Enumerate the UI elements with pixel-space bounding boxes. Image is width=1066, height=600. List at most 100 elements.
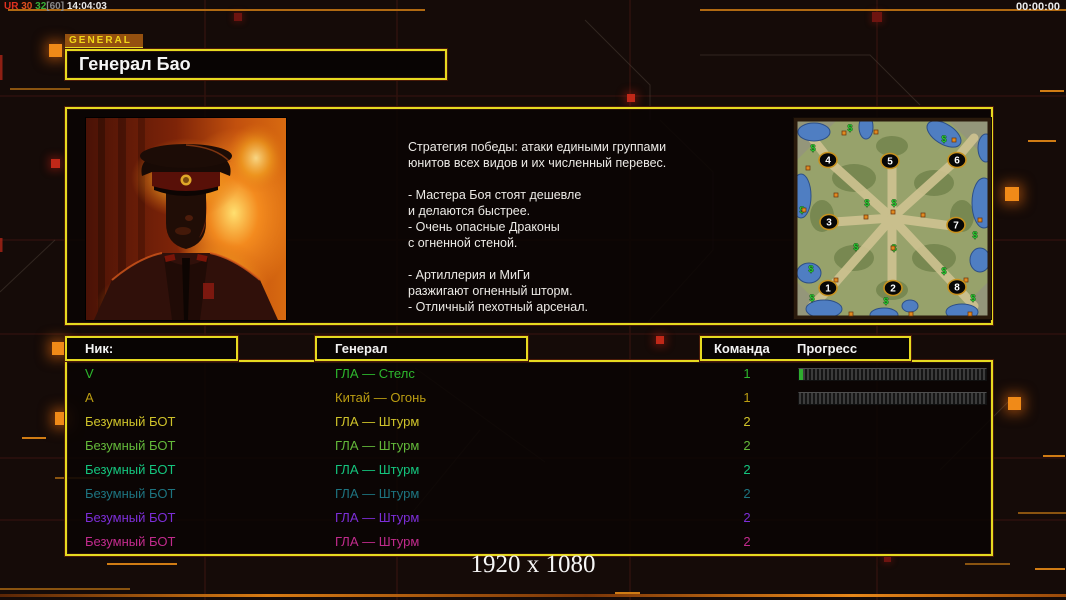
supply-dollar-icon: $ [941, 266, 946, 276]
column-header-team: Команда [714, 341, 770, 356]
supply-dollar-icon: $ [808, 264, 813, 274]
crate-marker-icon [963, 277, 969, 283]
decor-square [52, 342, 65, 355]
player-general: ГЛА — Штурм [335, 486, 420, 501]
fps-readout: UR 30 32[60] 14:04:03 [4, 1, 107, 12]
crate-marker-icon [908, 311, 914, 317]
decor-square [49, 44, 62, 57]
supply-dollar-icon: $ [972, 230, 977, 240]
strategy-text: Стратегия победы: атаки едиными группами… [408, 140, 667, 314]
minimap: $$$$$$$$$$$$$$12345678 [790, 114, 997, 323]
table-row: V ГЛА — Стелс 1 [67, 362, 991, 386]
bottom-accent-bar [0, 594, 1066, 597]
player-nick: Безумный БОТ [85, 510, 176, 525]
status-token: UR [4, 1, 19, 12]
start-position-number: 6 [954, 156, 960, 167]
crate-marker-icon [841, 130, 847, 136]
start-position-number: 4 [825, 156, 831, 167]
crate-marker-icon [848, 311, 854, 317]
supply-dollar-icon: $ [809, 293, 814, 303]
player-general: ГЛА — Штурм [335, 510, 420, 525]
decor-line [1035, 568, 1065, 570]
player-team: 1 [743, 390, 751, 405]
status-token: 14:04:03 [64, 1, 107, 12]
player-team: 1 [743, 366, 751, 381]
table-row: Безумный БОТ ГЛА — Штурм 2 [67, 458, 991, 482]
decor-line [1028, 140, 1056, 142]
decor-line [1018, 512, 1066, 514]
decor-line [700, 9, 1066, 11]
crate-marker-icon [833, 277, 839, 283]
general-portrait [85, 117, 296, 348]
game-timer: 00:00:00 [1015, 1, 1060, 13]
player-general: ГЛА — Стелс [335, 366, 415, 381]
supply-dollar-icon: $ [847, 123, 852, 133]
player-team: 2 [743, 462, 751, 477]
crate-marker-icon [967, 311, 973, 317]
decor-square [627, 94, 635, 102]
table-row: Безумный БОТ ГЛА — Штурм 2 [67, 506, 991, 530]
table-row: Безумный БОТ ГЛА — Штурм 2 [67, 410, 991, 434]
minimap-image: $$$$$$$$$$$$$$12345678 [790, 114, 997, 323]
status-token: 30 [18, 1, 33, 12]
crate-marker-icon [951, 137, 957, 143]
decor-square [1005, 187, 1019, 201]
resolution-label: 1920 x 1080 [470, 551, 596, 578]
crate-marker-icon [805, 165, 811, 171]
player-general: ГЛА — Штурм [335, 462, 420, 477]
decor-line [965, 563, 1010, 565]
decor-line [22, 437, 46, 439]
crate-marker-icon [890, 209, 896, 215]
decor-square [51, 159, 60, 168]
crate-marker-icon [833, 192, 839, 198]
player-team: 2 [743, 438, 751, 453]
general-tag: GENERAL [65, 34, 143, 49]
status-token: [60] [46, 1, 65, 12]
crate-marker-icon [873, 129, 879, 135]
page-title: Генерал Бао [65, 49, 447, 80]
player-team: 2 [743, 414, 751, 429]
decor-line [10, 88, 70, 90]
crate-marker-icon [920, 212, 926, 218]
supply-dollar-icon: $ [970, 293, 975, 303]
table-row: Безумный БОТ ГЛА — Штурм 2 [67, 482, 991, 506]
supply-dollar-icon: $ [891, 198, 896, 208]
column-header-general: Генерал [315, 336, 528, 361]
decor-line [107, 563, 177, 565]
supply-dollar-icon: $ [883, 296, 888, 306]
player-general: ГЛА — Штурм [335, 414, 420, 429]
player-nick: Безумный БОТ [85, 462, 176, 477]
briefing-panel: Стратегия победы: атаки едиными группами… [65, 107, 997, 348]
player-rows: V ГЛА — Стелс 1 A Китай — Огонь 1 Безумный БОТ… [67, 362, 991, 554]
status-token: 32 [32, 1, 47, 12]
decor-line [0, 588, 130, 590]
player-nick: Безумный БОТ [85, 438, 176, 453]
decor-square [234, 13, 242, 21]
player-general: Китай — Огонь [335, 390, 427, 405]
crate-marker-icon [890, 245, 896, 251]
player-general: ГЛА — Штурм [335, 438, 420, 453]
column-header-team-progress: Команда Прогресс [700, 336, 911, 361]
player-general: ГЛА — Штурм [335, 534, 420, 549]
supply-dollar-icon: $ [941, 134, 946, 144]
crate-marker-icon [977, 217, 983, 223]
start-position-number: 7 [953, 221, 959, 232]
players-panel: V ГЛА — Стелс 1 A Китай — Огонь 1 Безумный БОТ… [65, 360, 993, 556]
start-position-number: 2 [890, 284, 896, 295]
player-nick: A [85, 390, 94, 405]
table-row: Безумный БОТ ГЛА — Штурм 2 [67, 434, 991, 458]
decor-square [884, 555, 891, 562]
supply-dollar-icon: $ [810, 143, 815, 153]
player-team: 2 [743, 534, 751, 549]
crate-marker-icon [863, 214, 869, 220]
decor-square [1008, 397, 1021, 410]
start-position-number: 3 [826, 218, 832, 229]
progress-bar [798, 368, 987, 381]
portrait-image [86, 118, 296, 348]
player-team: 2 [743, 486, 751, 501]
crate-marker-icon [801, 207, 807, 213]
decor-line [1043, 455, 1065, 457]
start-position-number: 1 [825, 284, 831, 295]
player-nick: V [85, 366, 94, 381]
supply-dollar-icon: $ [864, 198, 869, 208]
